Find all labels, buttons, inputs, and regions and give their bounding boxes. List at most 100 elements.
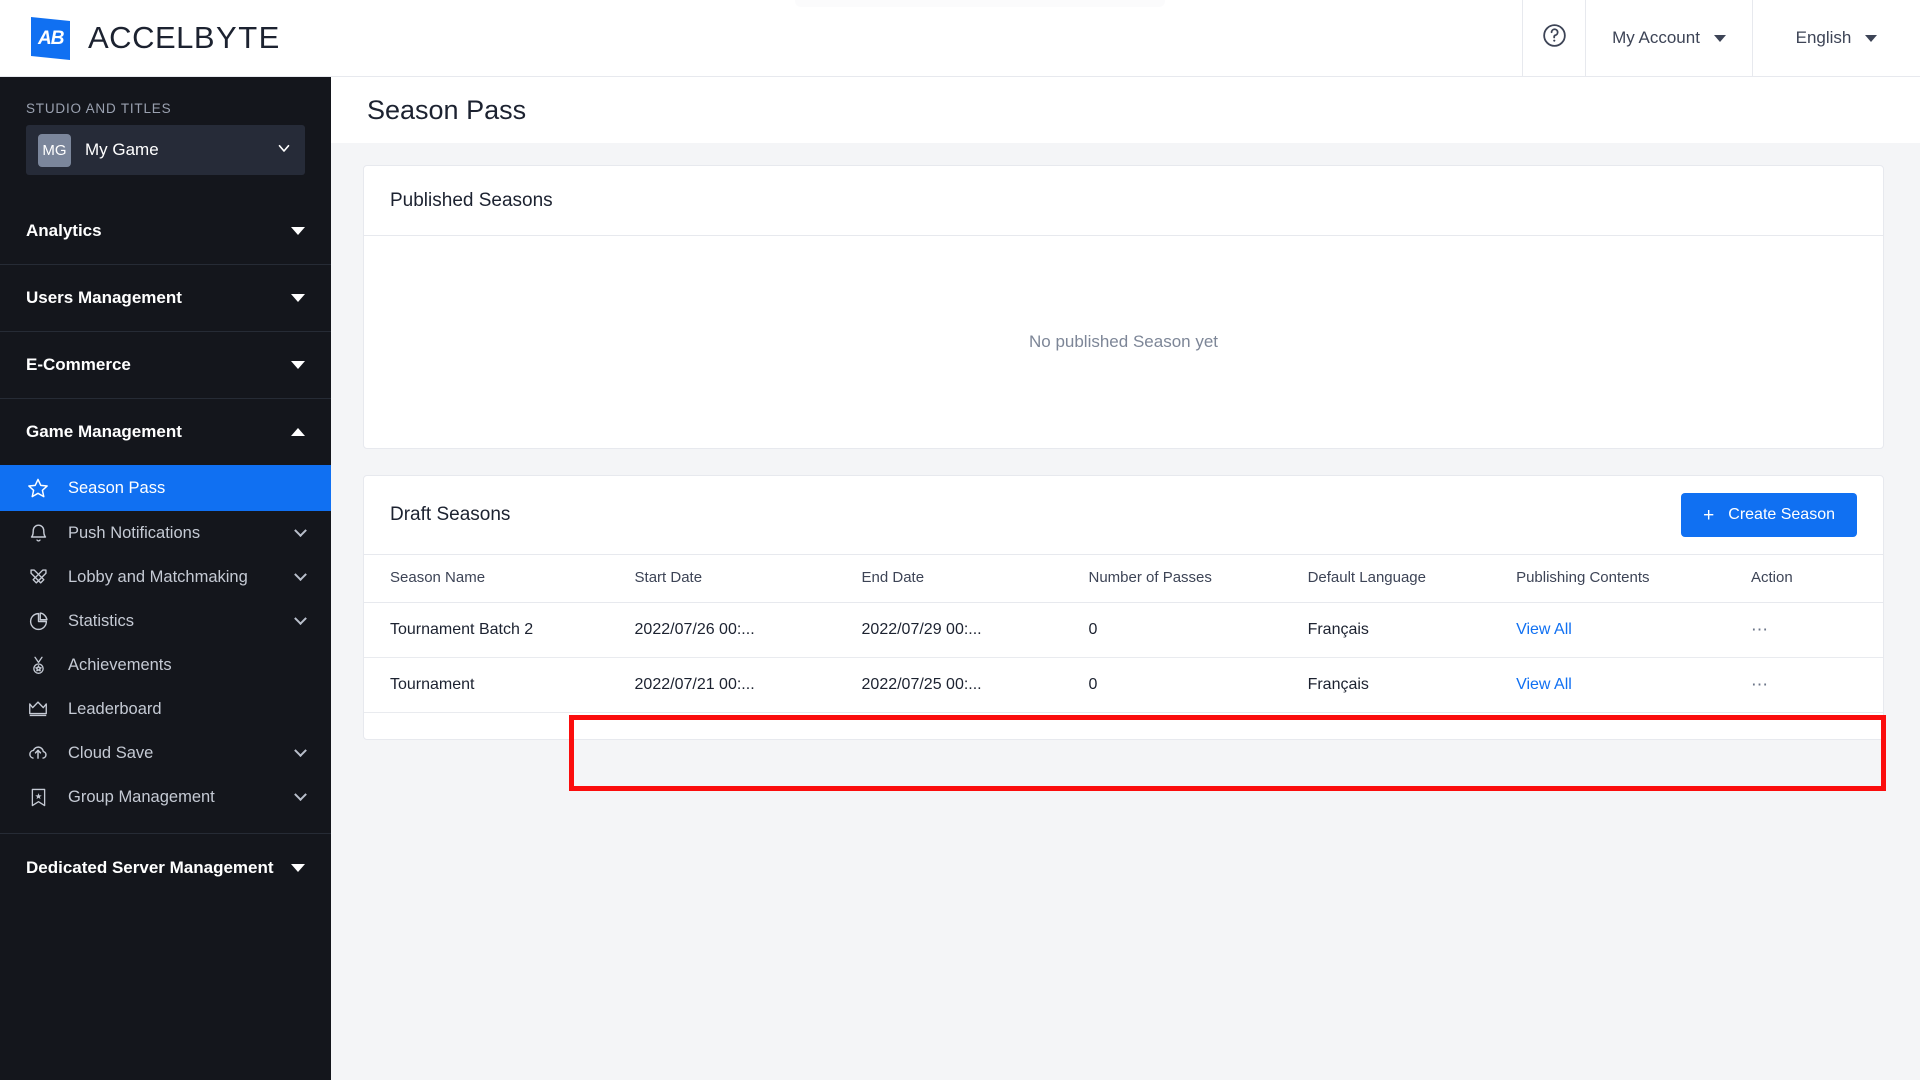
medal-icon [26, 653, 50, 677]
game-avatar: MG [38, 133, 71, 167]
sidebar-item-label: Leaderboard [68, 699, 162, 718]
published-seasons-title: Published Seasons [390, 189, 553, 211]
table-row[interactable]: Tournament Batch 2 2022/07/26 00:... 202… [364, 602, 1883, 658]
chevron-down-icon [1865, 34, 1878, 42]
cell-action: ⋯ [1750, 602, 1883, 658]
sidebar-item-statistics[interactable]: Statistics [0, 599, 331, 643]
row-action-menu-icon[interactable]: ⋯ [1751, 675, 1770, 694]
sidebar-group-analytics[interactable]: Analytics [0, 197, 331, 264]
language-label: English [1795, 28, 1852, 47]
draft-seasons-header: Draft Seasons + Create Season [364, 476, 1883, 554]
sidebar-item-label: Cloud Save [68, 743, 154, 762]
column-header-number-of-passes: Number of Passes [1088, 554, 1308, 603]
chevron-down-icon [291, 863, 305, 872]
table-row[interactable]: Tournament 2022/07/21 00:... 2022/07/25 … [364, 657, 1883, 713]
published-seasons-empty-state: No published Season yet [1028, 332, 1219, 351]
crown-icon [26, 697, 50, 721]
chevron-down-icon [294, 743, 307, 757]
sidebar-group-label: Analytics [26, 220, 102, 240]
table-body: Tournament Batch 2 2022/07/26 00:... 202… [364, 602, 1883, 713]
cell-end-date: 2022/07/29 00:... [861, 602, 1089, 658]
game-selector[interactable]: MG My Game [26, 125, 305, 175]
top-header-actions: My Account English [1522, 0, 1920, 77]
chevron-down-icon [294, 567, 307, 581]
sidebar-group-e-commerce[interactable]: E-Commerce [0, 331, 331, 398]
page-title: Season Pass [367, 94, 527, 125]
chevron-down-icon [291, 361, 305, 369]
row-action-menu-icon[interactable]: ⋯ [1751, 620, 1770, 639]
cell-start-date: 2022/07/21 00:... [634, 657, 862, 713]
cell-default-language: Français [1307, 602, 1517, 658]
chevron-down-icon [294, 787, 307, 801]
table-header: Season Name Start Date End Date Number o… [364, 554, 1883, 603]
create-season-label: Create Season [1728, 506, 1835, 523]
logo-mark-text: AB [37, 26, 64, 48]
cell-action: ⋯ [1750, 657, 1883, 713]
chevron-up-icon [291, 428, 305, 436]
column-header-season-name: Season Name [364, 554, 635, 603]
cloud-upload-icon [26, 741, 50, 765]
sidebar-item-label: Push Notifications [68, 523, 201, 542]
sidebar-group-game-management[interactable]: Game Management [0, 398, 331, 465]
page-header: Season Pass [331, 77, 1920, 143]
chevron-down-icon [275, 139, 293, 162]
cell-number-of-passes: 0 [1088, 657, 1308, 713]
brand-wordmark: ACCELBYTE [88, 20, 281, 56]
brand-logo[interactable]: AB ACCELBYTE [0, 16, 281, 60]
cell-end-date: 2022/07/25 00:... [861, 657, 1089, 713]
sidebar-group-dedicated-server-management[interactable]: Dedicated Server Management [0, 834, 331, 901]
pie-chart-icon [26, 609, 50, 633]
column-header-publishing-contents: Publishing Contents [1516, 554, 1751, 603]
sidebar-group-label: Dedicated Server Management [26, 857, 274, 877]
cell-publishing-contents: View All [1516, 657, 1751, 713]
sidebar-group-label: E-Commerce [26, 355, 131, 374]
table-footer-spacer [364, 713, 1883, 739]
sidebar-item-lobby-and-matchmaking[interactable]: Lobby and Matchmaking [0, 555, 331, 599]
help-button[interactable] [1522, 0, 1585, 77]
chevron-down-icon [291, 294, 305, 302]
sidebar-item-achievements[interactable]: Achievements [0, 643, 331, 687]
column-header-start-date: Start Date [634, 554, 862, 603]
star-icon [26, 476, 50, 500]
sidebar-item-cloud-save[interactable]: Cloud Save [0, 731, 331, 775]
content-area: Published Seasons No published Season ye… [331, 143, 1920, 740]
column-header-action: Action [1750, 554, 1883, 603]
create-season-button[interactable]: + Create Season [1681, 493, 1857, 537]
plus-icon: + [1703, 504, 1715, 526]
view-all-link[interactable]: View All [1516, 621, 1572, 638]
brand-name-bold: BYTE [193, 20, 281, 55]
published-seasons-header: Published Seasons [364, 166, 1883, 236]
my-account-menu[interactable]: My Account [1585, 0, 1752, 77]
help-circle-icon [1541, 22, 1568, 54]
column-header-default-language: Default Language [1307, 554, 1517, 603]
draft-seasons-title: Draft Seasons [390, 504, 511, 525]
brand-name-light: ACCEL [88, 20, 194, 55]
published-seasons-card: Published Seasons No published Season ye… [363, 165, 1884, 449]
crossed-swords-icon [26, 565, 50, 589]
sidebar-item-season-pass[interactable]: Season Pass [0, 465, 331, 511]
banner-icon [26, 785, 50, 809]
language-menu[interactable]: English [1752, 0, 1920, 77]
top-notch-decoration [795, 0, 1165, 7]
bell-icon [26, 521, 50, 545]
sidebar: STUDIO AND TITLES MG My Game Analytics U… [0, 77, 331, 1080]
accelbyte-logo-icon: AB [31, 16, 70, 60]
sidebar-group-users-management[interactable]: Users Management [0, 264, 331, 331]
sidebar-item-group-management[interactable]: Group Management [0, 775, 331, 819]
chevron-down-icon [1713, 34, 1726, 42]
draft-seasons-table: Season Name Start Date End Date Number o… [364, 554, 1883, 713]
table-header-row: Season Name Start Date End Date Number o… [364, 554, 1883, 603]
column-header-end-date: End Date [861, 554, 1089, 603]
top-header: AB ACCELBYTE My Account English [0, 0, 1920, 77]
my-account-label: My Account [1612, 28, 1700, 47]
chevron-down-icon [294, 611, 307, 625]
cell-number-of-passes: 0 [1088, 602, 1308, 658]
cell-season-name: Tournament Batch 2 [364, 602, 635, 658]
chevron-down-icon [291, 226, 305, 235]
sidebar-item-push-notifications[interactable]: Push Notifications [0, 511, 331, 555]
cell-default-language: Français [1307, 657, 1517, 713]
sidebar-group-label: Game Management [26, 422, 182, 441]
view-all-link[interactable]: View All [1516, 676, 1572, 693]
sidebar-section-label: STUDIO AND TITLES [26, 101, 172, 116]
sidebar-item-leaderboard[interactable]: Leaderboard [0, 687, 331, 731]
